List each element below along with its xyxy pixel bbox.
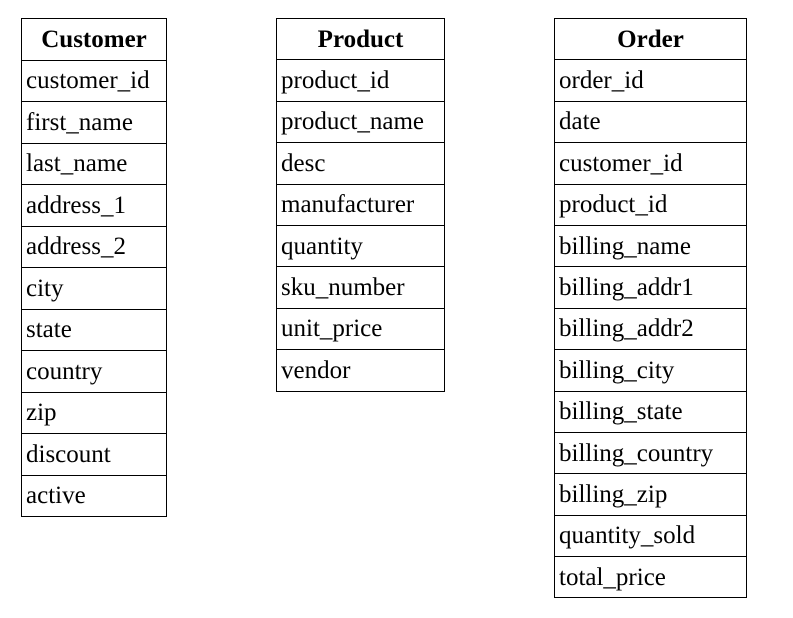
entity-title: Order xyxy=(554,17,747,61)
field-name: first_name xyxy=(21,101,167,144)
field-row: sku_number xyxy=(276,266,445,309)
field-name: quantity xyxy=(276,224,445,268)
field-row: zip xyxy=(21,391,167,434)
field-name: product_id xyxy=(554,183,747,226)
field-row: address_1 xyxy=(21,184,167,227)
field-name: billing_name xyxy=(554,224,747,268)
field-row: active xyxy=(21,474,167,517)
field-name: customer_id xyxy=(554,142,747,185)
field-name: sku_number xyxy=(276,266,445,309)
field-row: country xyxy=(21,350,167,393)
field-row: billing_name xyxy=(554,224,747,268)
field-name: unit_price xyxy=(276,307,445,351)
field-name: manufacturer xyxy=(276,183,445,226)
field-name: country xyxy=(21,350,167,393)
field-name: billing_zip xyxy=(554,473,747,516)
field-row: billing_state xyxy=(554,390,747,433)
field-name: order_id xyxy=(554,59,747,102)
field-row: city xyxy=(21,267,167,310)
field-name: billing_city xyxy=(554,349,747,392)
field-name: quantity_sold xyxy=(554,514,747,558)
field-name: desc xyxy=(276,142,445,185)
field-row: manufacturer xyxy=(276,183,445,226)
field-row: billing_addr2 xyxy=(554,307,747,351)
customer-entity-table: Customer customer_id first_name last_nam… xyxy=(21,18,167,517)
entity-title: Product xyxy=(276,17,445,61)
field-name: customer_id xyxy=(21,59,167,102)
entity-title: Customer xyxy=(21,18,167,61)
product-entity-table: Product product_id product_name desc man… xyxy=(276,17,445,392)
field-row: address_2 xyxy=(21,225,167,268)
field-row: billing_addr1 xyxy=(554,266,747,309)
field-name: discount xyxy=(21,433,167,476)
field-name: last_name xyxy=(21,142,167,185)
field-name: billing_state xyxy=(554,390,747,433)
field-row: date xyxy=(554,100,747,144)
entity-header-row: Customer xyxy=(21,18,167,61)
field-row: discount xyxy=(21,433,167,476)
field-row: product_id xyxy=(276,59,445,102)
field-row: product_id xyxy=(554,183,747,226)
field-name: total_price xyxy=(554,556,747,599)
field-row: state xyxy=(21,308,167,351)
field-row: billing_zip xyxy=(554,473,747,516)
field-row: product_name xyxy=(276,100,445,144)
field-name: city xyxy=(21,267,167,310)
field-name: address_1 xyxy=(21,184,167,227)
field-name: state xyxy=(21,308,167,351)
field-row: vendor xyxy=(276,349,445,392)
field-row: customer_id xyxy=(21,59,167,102)
entity-header-row: Product xyxy=(276,17,445,61)
field-row: billing_country xyxy=(554,431,747,475)
field-row: last_name xyxy=(21,142,167,185)
field-name: zip xyxy=(21,391,167,434)
field-name: product_id xyxy=(276,59,445,102)
field-name: active xyxy=(21,474,167,517)
field-name: address_2 xyxy=(21,225,167,268)
field-name: billing_addr1 xyxy=(554,266,747,309)
field-name: billing_addr2 xyxy=(554,307,747,351)
field-row: billing_city xyxy=(554,349,747,392)
field-row: total_price xyxy=(554,556,747,599)
field-row: quantity_sold xyxy=(554,514,747,558)
field-name: vendor xyxy=(276,349,445,392)
field-row: customer_id xyxy=(554,142,747,185)
entity-header-row: Order xyxy=(554,17,747,61)
field-row: first_name xyxy=(21,101,167,144)
field-name: product_name xyxy=(276,100,445,144)
field-row: unit_price xyxy=(276,307,445,351)
field-row: order_id xyxy=(554,59,747,102)
order-entity-table: Order order_id date customer_id product_… xyxy=(554,17,747,599)
field-row: quantity xyxy=(276,224,445,268)
field-name: billing_country xyxy=(554,431,747,475)
field-name: date xyxy=(554,100,747,144)
field-row: desc xyxy=(276,142,445,185)
